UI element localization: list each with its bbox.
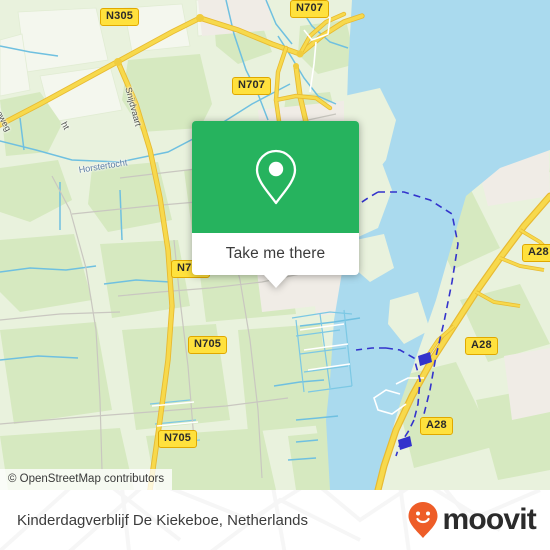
road-shield-a28-upper: A28 — [522, 244, 550, 262]
take-me-there-button[interactable]: Take me there — [192, 233, 359, 275]
road-shield-a28-lower: A28 — [420, 417, 453, 435]
take-me-there-label: Take me there — [225, 245, 326, 262]
moovit-wordmark: moovit — [442, 503, 536, 536]
location-title: Kinderdagverblijf De Kiekeboe, Netherlan… — [17, 511, 309, 529]
moovit-brand[interactable]: moovit — [407, 501, 537, 539]
road-shield-n707-top: N707 — [290, 0, 330, 18]
map-pin-icon — [255, 149, 296, 205]
map-canvas[interactable]: N305 N707 N707 N705 N705 N705 A28 A28 A2… — [0, 0, 550, 490]
road-shield-a28-mid: A28 — [465, 337, 498, 355]
moovit-map-page: N305 N707 N707 N705 N705 N705 A28 A28 A2… — [0, 0, 550, 550]
location-popup-card[interactable]: Take me there — [192, 121, 359, 288]
popup-icon-area — [192, 121, 359, 233]
page-footer: Kinderdagverblijf De Kiekeboe, Netherlan… — [0, 490, 550, 550]
road-shield-n707-right: N707 — [232, 77, 272, 95]
openstreetmap-attribution[interactable]: © OpenStreetMap contributors — [0, 469, 173, 490]
moovit-smiley-pin-icon — [408, 502, 438, 538]
road-shield-n305: N305 — [100, 8, 140, 26]
road-shield-n705-lower: N705 — [158, 430, 198, 448]
popup-pointer-tail — [263, 275, 288, 288]
road-shield-n705-mid: N705 — [188, 336, 228, 354]
